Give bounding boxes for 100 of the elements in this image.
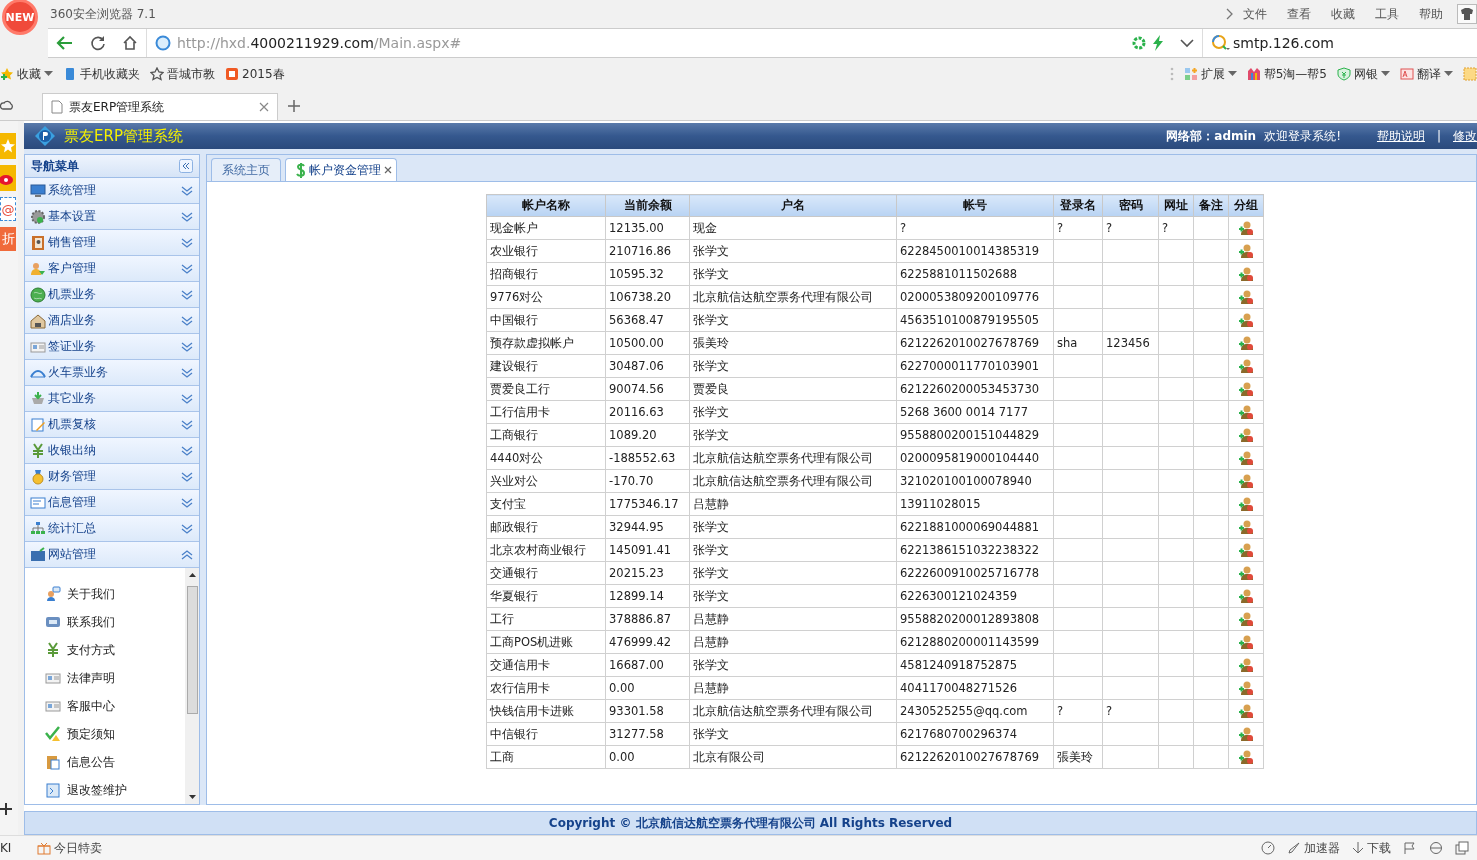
submenu-item[interactable]: 法律声明 <box>67 669 115 687</box>
submenu-item[interactable]: 退改签维护 <box>67 781 127 799</box>
add-icon[interactable] <box>0 803 12 815</box>
submenu-item[interactable]: 预定须知 <box>67 725 115 743</box>
submenu-item[interactable]: 客服中心 <box>67 697 115 715</box>
people-icon[interactable] <box>1238 381 1254 397</box>
caret-icon[interactable] <box>44 71 53 77</box>
toolbar-button[interactable]: 翻译 <box>1400 65 1453 83</box>
people-icon[interactable] <box>1238 680 1254 696</box>
nav-item[interactable]: 客户管理 <box>25 256 199 282</box>
caret-icon[interactable] <box>1444 71 1453 77</box>
status-link[interactable]: 下载 <box>1367 839 1391 857</box>
people-icon[interactable] <box>1238 289 1254 305</box>
scrollbar[interactable] <box>185 568 199 804</box>
people-icon[interactable] <box>1238 588 1254 604</box>
nav-item[interactable]: 信息管理 <box>25 490 199 516</box>
address-field[interactable]: http://hxd.4000211929.com/Main.aspx# <box>146 29 1172 57</box>
nav-item[interactable]: 财务管理 <box>25 464 199 490</box>
bookmark-link[interactable]: 2015春 <box>225 65 285 83</box>
new-tab-icon[interactable] <box>288 100 300 112</box>
bookmark-link[interactable]: 晋城市教 <box>150 65 215 83</box>
nav-item[interactable]: 机票业务 <box>25 282 199 308</box>
menu-item[interactable]: 工具 <box>1375 5 1399 23</box>
page-tab[interactable]: 系统主页 <box>211 158 281 181</box>
people-icon[interactable] <box>1238 266 1254 282</box>
home-icon[interactable] <box>122 35 138 51</box>
nav-item[interactable]: 基本设置 <box>25 204 199 230</box>
people-icon[interactable] <box>1238 634 1254 650</box>
nav-item[interactable]: 签证业务 <box>25 334 199 360</box>
people-icon <box>30 260 46 277</box>
nav-item[interactable]: 网站管理 <box>25 542 199 568</box>
submenu-item[interactable]: 支付方式 <box>67 641 115 659</box>
submenu-item[interactable]: 联系我们 <box>67 613 115 631</box>
submenu-item[interactable]: 信息公告 <box>67 753 115 771</box>
header-link[interactable]: 帮助说明 <box>1376 127 1425 145</box>
user-chat-icon <box>45 586 61 602</box>
nav-item[interactable]: 机票复核 <box>25 412 199 438</box>
table-cell: 张学文 <box>693 312 729 327</box>
nav-item[interactable]: 系统管理 <box>25 178 199 204</box>
people-icon[interactable] <box>1238 726 1254 742</box>
back-icon[interactable] <box>56 35 74 51</box>
people-icon[interactable] <box>1238 657 1254 673</box>
refresh-icon[interactable] <box>90 35 106 51</box>
strip-button[interactable]: @ <box>0 197 16 221</box>
menu-item[interactable]: 查看 <box>1287 5 1311 23</box>
people-icon[interactable] <box>1238 473 1254 489</box>
toolbar-button[interactable]: 网银 <box>1337 65 1390 83</box>
people-icon[interactable] <box>1238 703 1254 719</box>
scroll-up-icon[interactable] <box>188 573 196 577</box>
flag-icon[interactable] <box>1403 841 1417 855</box>
menu-item[interactable]: 文件 <box>1243 5 1267 23</box>
people-icon[interactable] <box>1238 404 1254 420</box>
scroll-down-icon[interactable] <box>188 795 196 799</box>
shirt-icon[interactable] <box>1457 4 1477 24</box>
menu-item[interactable]: 帮助 <box>1419 5 1443 23</box>
cloud-icon[interactable] <box>0 98 14 112</box>
table-cell: 2430525255@qq.com <box>900 704 1028 718</box>
people-icon[interactable] <box>1238 611 1254 627</box>
people-icon[interactable] <box>1238 358 1254 374</box>
people-icon[interactable] <box>1238 335 1254 351</box>
toolbar-button[interactable]: 扩展 <box>1183 65 1237 83</box>
scrollbar-thumb[interactable] <box>186 586 198 714</box>
nav-item[interactable]: 收银出纳 <box>25 438 199 464</box>
nav-item[interactable]: 酒店业务 <box>25 308 199 334</box>
nav-item[interactable]: 销售管理 <box>25 230 199 256</box>
people-icon[interactable] <box>1238 450 1254 466</box>
status-link[interactable]: 今日特卖 <box>54 839 103 857</box>
collapse-icon[interactable] <box>179 159 193 173</box>
speed-icon[interactable] <box>1261 841 1275 855</box>
page-tab[interactable]: 帐户资金管理 <box>285 158 397 181</box>
menu-item[interactable]: 收藏 <box>1331 5 1355 23</box>
document-icon <box>45 782 61 798</box>
nav-item[interactable]: 其它业务 <box>25 386 199 412</box>
bookmark-link[interactable]: 手机收藏夹 <box>63 65 140 83</box>
toolbar-button[interactable]: 帮5淘—帮5 <box>1246 65 1327 83</box>
bookmark-link[interactable]: 收藏 <box>0 65 53 83</box>
people-icon[interactable] <box>1238 220 1254 236</box>
people-icon[interactable] <box>1238 749 1254 765</box>
nav-item[interactable]: 火车票业务 <box>25 360 199 386</box>
submenu-item[interactable]: 关于我们 <box>67 585 115 603</box>
header-link[interactable]: 修改 <box>1453 127 1477 145</box>
people-icon[interactable] <box>1238 542 1254 558</box>
browser-tab[interactable]: 票友ERP管理系统 <box>42 93 278 120</box>
windows-icon[interactable] <box>1455 841 1469 855</box>
caret-icon[interactable] <box>1381 71 1390 77</box>
people-icon[interactable] <box>1238 565 1254 581</box>
table-cell: 中信银行 <box>490 726 538 741</box>
chevron-down-icon <box>181 497 193 508</box>
people-icon[interactable] <box>1238 496 1254 512</box>
nav-item[interactable]: 统计汇总 <box>25 516 199 542</box>
people-icon[interactable] <box>1238 243 1254 259</box>
people-icon[interactable] <box>1238 519 1254 535</box>
close-icon[interactable] <box>259 102 269 112</box>
close-icon[interactable] <box>384 166 392 174</box>
caret-icon[interactable] <box>1227 71 1237 77</box>
people-icon[interactable] <box>1238 312 1254 328</box>
status-link[interactable]: 加速器 <box>1304 839 1340 857</box>
search-field[interactable]: smtp.126.com <box>1233 35 1453 51</box>
dropdown-icon[interactable] <box>1180 38 1194 48</box>
people-icon[interactable] <box>1238 427 1254 443</box>
